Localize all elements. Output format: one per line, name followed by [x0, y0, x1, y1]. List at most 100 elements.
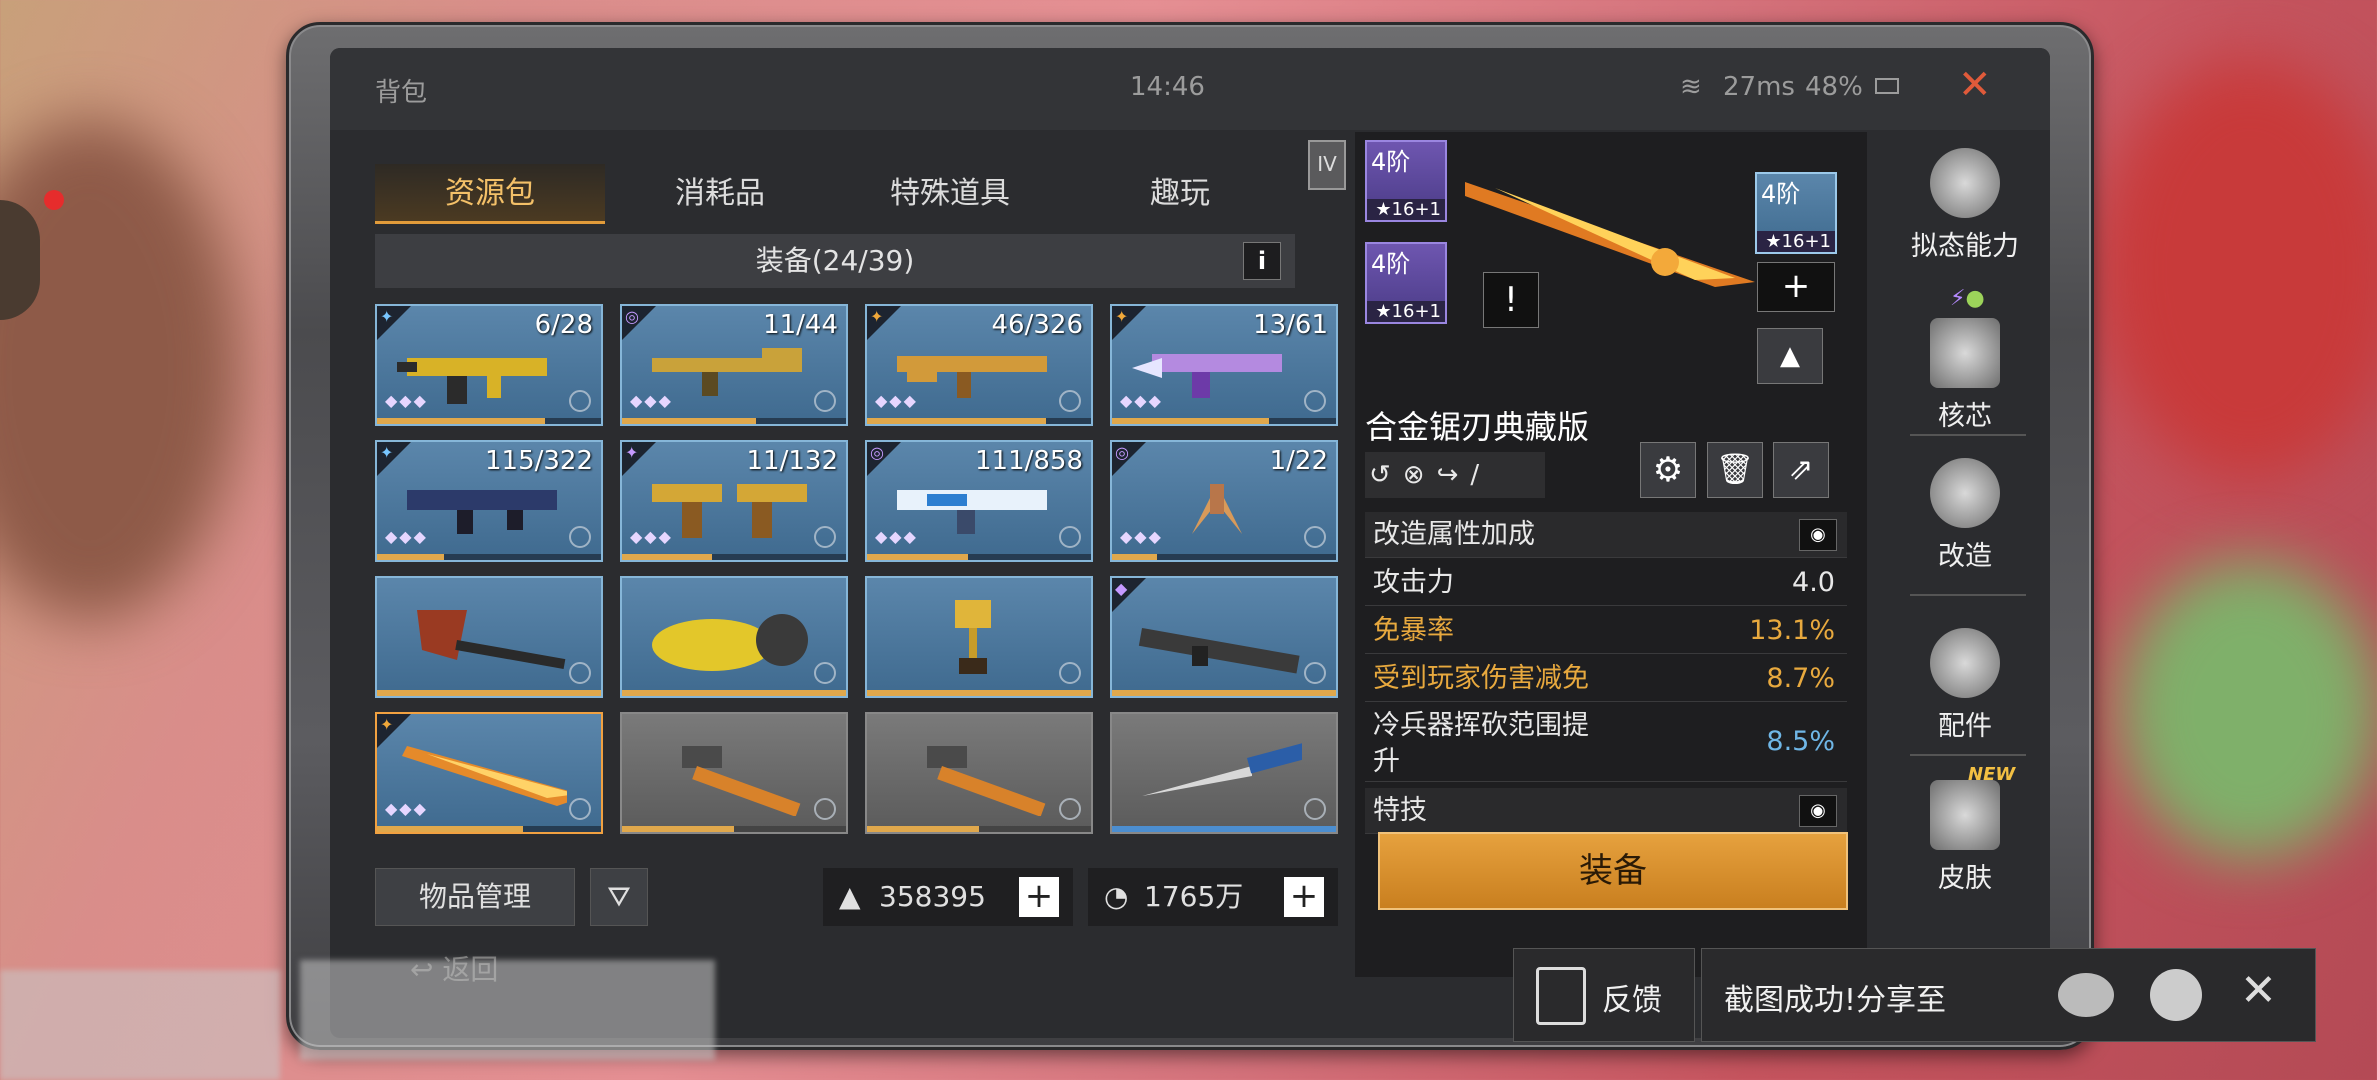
menu-core[interactable]: 核芯 — [1900, 318, 2030, 433]
menu-label: 拟态能力 — [1911, 231, 2019, 262]
menu-modify[interactable]: 改造 — [1900, 458, 2030, 573]
menu-label: 核芯 — [1938, 401, 1992, 432]
blurred-region — [300, 960, 715, 1060]
clipboard-icon — [1536, 967, 1586, 1025]
rarity-icon: ✦ — [625, 443, 639, 462]
hook-icon: ↪ — [1436, 460, 1471, 490]
item-card[interactable] — [865, 576, 1093, 698]
tier-badge[interactable]: 4阶 ★16+1 — [1365, 242, 1447, 324]
menu-mimicry[interactable]: 拟态能力 — [1900, 148, 2030, 263]
item-management-button[interactable]: 物品管理 — [375, 868, 575, 926]
tier-label: 4阶 — [1371, 148, 1411, 176]
item-card[interactable] — [375, 576, 603, 698]
stat-value: 4.0 — [1792, 567, 1835, 598]
tab-consumables[interactable]: 消耗品 — [605, 164, 835, 224]
tab-special-items[interactable]: 特殊道具 — [835, 164, 1065, 224]
tier-badge[interactable]: 4阶 ★16+1 — [1755, 172, 1837, 254]
add-currency1-button[interactable]: + — [1019, 877, 1059, 917]
filter-button[interactable]: ⛛ — [590, 868, 648, 926]
item-card[interactable]: ◆ — [1110, 576, 1338, 698]
tier-label: 4阶 — [1761, 180, 1801, 208]
divider — [1910, 754, 2026, 756]
delete-button[interactable]: 🗑 — [1707, 442, 1763, 498]
skin-icon — [1930, 780, 2000, 850]
close-toast-button[interactable]: ✕ — [2240, 965, 2277, 1016]
item-count: 46/326 — [991, 310, 1083, 340]
star-count: ★16+1 — [1367, 199, 1445, 220]
warning-button[interactable]: ! — [1483, 272, 1539, 328]
rarity-icon: ✦ — [1115, 307, 1129, 326]
background-blob — [2120, 560, 2377, 860]
item-card[interactable]: ✦ 6/28 ◆◆◆ — [375, 304, 603, 426]
modify-icon — [1930, 458, 2000, 528]
skin-marker-icon — [1059, 798, 1081, 820]
settings-button[interactable]: ⚙ — [1640, 442, 1696, 498]
progress-bar — [377, 554, 601, 560]
item-card[interactable] — [620, 712, 848, 834]
menu-skin[interactable]: 皮肤 — [1900, 780, 2030, 895]
item-card[interactable] — [620, 576, 848, 698]
skin-marker-icon — [569, 390, 591, 412]
add-currency2-button[interactable]: + — [1284, 877, 1324, 917]
tier-badge[interactable]: 4阶 ★16+1 — [1365, 140, 1447, 222]
tier-icon: IV — [1308, 140, 1346, 190]
item-count: 11/132 — [746, 446, 838, 476]
share-toast: 截图成功!分享至 ✕ — [1701, 948, 2316, 1042]
feedback-label: 反馈 — [1602, 983, 1662, 1018]
item-card[interactable]: ✦ 13/61 ◆◆◆ — [1110, 304, 1338, 426]
item-stars: ◆◆◆ — [630, 527, 673, 546]
tab-resource-pack[interactable]: 资源包 — [375, 164, 605, 224]
info-button[interactable]: i — [1243, 242, 1281, 280]
knife-small-icon: / — [1470, 460, 1492, 490]
filter-icon: ⛛ — [607, 880, 631, 913]
item-card[interactable]: ◎ 11/44 ◆◆◆ — [620, 304, 848, 426]
hammer-icon — [927, 746, 1046, 816]
item-card[interactable]: ✦ 46/326 ◆◆◆ — [865, 304, 1093, 426]
item-card[interactable] — [1110, 712, 1338, 834]
equip-button[interactable]: 装备 — [1378, 832, 1848, 910]
skin-marker-icon — [1304, 390, 1326, 412]
currency-diamonds: ▲ 358395 + — [823, 868, 1073, 926]
rank-icon[interactable]: ▲ — [1757, 328, 1823, 384]
divider — [1910, 434, 2026, 436]
skin-marker-icon — [1059, 662, 1081, 684]
eye-icon[interactable]: ◉ — [1799, 519, 1837, 551]
progress-bar — [1112, 418, 1336, 424]
backpack-screen: 背包 14:46 ≋ 27ms 48% ✕ 资源包 消耗品 特殊道具 趣玩 IV… — [330, 48, 2050, 1038]
rarity-icon: ◎ — [870, 443, 884, 462]
equipment-header: 装备(24/39) i — [375, 234, 1295, 288]
tab-fun[interactable]: 趣玩 — [1065, 164, 1295, 224]
rarity-icon: ◎ — [625, 307, 639, 326]
background-blob — [2100, 60, 2377, 480]
item-card-selected[interactable]: ✦ ◆◆◆ — [375, 712, 603, 834]
camera-shutter-icon[interactable] — [2150, 969, 2202, 1021]
stat-row: 攻击力 4.0 — [1365, 560, 1847, 606]
progress-bar — [377, 690, 601, 696]
progress-bar — [1112, 826, 1336, 832]
item-count: 6/28 — [534, 310, 593, 340]
knife-icon — [1142, 742, 1302, 796]
item-card[interactable]: ✦ 11/132 ◆◆◆ — [620, 440, 848, 562]
feedback-toast[interactable]: 反馈 — [1513, 948, 1695, 1042]
progress-bar — [622, 690, 846, 696]
skin-marker-icon — [1059, 526, 1081, 548]
item-card[interactable] — [865, 712, 1093, 834]
item-card[interactable]: ◎ 1/22 ◆◆◆ — [1110, 440, 1338, 562]
add-tier-button[interactable]: + — [1757, 262, 1835, 312]
tier-label: 4阶 — [1371, 250, 1411, 278]
item-card[interactable]: ◎ 111/858 ◆◆◆ — [865, 440, 1093, 562]
coin-icon: ◔ — [1104, 880, 1129, 913]
stat-label: 冷兵器挥砍范围提升 — [1373, 710, 1589, 777]
eye-icon[interactable]: ◉ — [1799, 795, 1837, 827]
rarity-icon: ✦ — [870, 307, 884, 326]
wechat-icon[interactable] — [2058, 973, 2114, 1017]
close-icon[interactable]: ✕ — [1958, 62, 1992, 108]
item-count: 111/858 — [974, 446, 1083, 476]
skin-marker-icon — [814, 526, 836, 548]
stat-value: 8.5% — [1766, 726, 1835, 757]
item-stars: ◆◆◆ — [875, 527, 918, 546]
menu-attachments[interactable]: 配件 — [1900, 628, 2030, 743]
background-blob — [0, 120, 240, 620]
item-card[interactable]: ✦ 115/322 ◆◆◆ — [375, 440, 603, 562]
share-button[interactable]: ⇗ — [1773, 442, 1829, 498]
